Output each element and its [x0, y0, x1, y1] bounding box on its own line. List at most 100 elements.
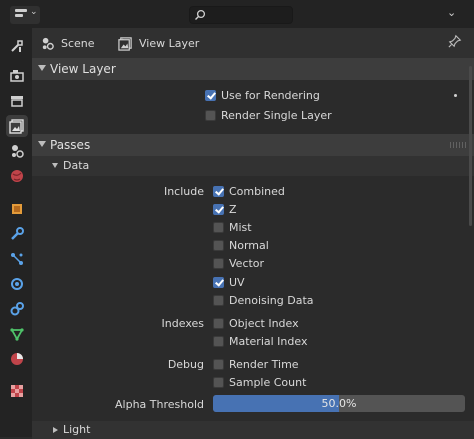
tab-object[interactable] [6, 198, 28, 220]
tab-scene[interactable] [6, 140, 28, 162]
constraints-icon [10, 302, 24, 316]
drag-grip-icon[interactable] [450, 142, 466, 148]
checkbox-icon [205, 109, 216, 121]
checkbox-icon [213, 317, 224, 329]
checkbox-icon [213, 258, 224, 270]
combined-checkbox[interactable]: Combined [213, 182, 285, 200]
object-data-icon [10, 328, 24, 341]
z-checkbox[interactable]: Z [213, 200, 237, 218]
chevron-down-icon: ⌄ [30, 7, 38, 17]
sample-count-checkbox[interactable]: Sample Count [213, 373, 306, 391]
breadcrumb-view-layer-label: View Layer [139, 36, 200, 50]
object-index-label: Object Index [229, 316, 299, 330]
render-time-label: Render Time [229, 357, 299, 371]
vector-checkbox[interactable]: Vector [213, 255, 264, 273]
particles-icon [11, 253, 23, 265]
breadcrumb-view-layer[interactable]: View Layer [118, 35, 199, 51]
pin-button[interactable] [448, 34, 462, 51]
indexes-label: Indexes [161, 317, 204, 330]
properties-panel: Scene ▸ View Layer View Layer Use for Re… [32, 28, 474, 439]
checkbox-icon [213, 240, 224, 252]
tab-view-layer[interactable] [6, 115, 28, 137]
denoising-data-checkbox[interactable]: Denoising Data [213, 291, 314, 309]
light-subpanel-title: Light [63, 423, 91, 436]
animate-property-dot-icon[interactable] [454, 94, 457, 97]
tab-physics[interactable] [6, 273, 28, 295]
tool-icon [11, 40, 23, 52]
uv-checkbox[interactable]: UV [213, 273, 245, 291]
breadcrumb-scene[interactable]: Scene [40, 35, 95, 51]
passes-section-title: Passes [50, 138, 91, 152]
collapse-triangle-icon [38, 65, 46, 71]
alpha-threshold-slider[interactable]: 50.0% [213, 395, 465, 412]
properties-editor-icon [15, 9, 27, 19]
collapse-triangle-icon [52, 163, 58, 168]
sample-count-label: Sample Count [229, 375, 307, 389]
checkbox-icon [213, 185, 224, 197]
mist-checkbox[interactable]: Mist [213, 218, 252, 236]
modifier-icon [11, 227, 24, 240]
material-icon [11, 353, 23, 365]
tab-constraints[interactable] [6, 298, 28, 320]
checkbox-icon [205, 89, 216, 101]
world-icon [11, 170, 23, 182]
properties-header: ⌄ ⌄ [0, 0, 474, 28]
checkbox-icon [213, 203, 224, 215]
physics-icon [11, 278, 23, 290]
scene-icon [12, 145, 24, 158]
light-subpanel-header[interactable]: Light [32, 421, 474, 439]
checkbox-icon [213, 376, 224, 388]
properties-tabs [0, 28, 32, 437]
view-layer-icon [9, 119, 24, 134]
checkbox-icon [213, 358, 224, 370]
combined-label: Combined [229, 184, 285, 198]
scene-icon [42, 37, 54, 50]
denoising-data-label: Denoising Data [229, 293, 314, 307]
object-icon [12, 204, 22, 214]
pin-icon [448, 34, 462, 48]
render-time-checkbox[interactable]: Render Time [213, 355, 299, 373]
scrollbar[interactable] [469, 66, 472, 226]
tab-world[interactable] [6, 165, 28, 187]
render-single-layer-label: Render Single Layer [221, 108, 332, 122]
collapse-triangle-icon [38, 141, 46, 147]
breadcrumb: Scene ▸ View Layer [32, 28, 474, 58]
vector-label: Vector [229, 257, 265, 271]
tab-render[interactable] [6, 65, 28, 87]
tab-particles[interactable] [6, 248, 28, 270]
data-subpanel-header[interactable]: Data [32, 156, 474, 176]
tab-object-data[interactable] [6, 323, 28, 345]
view-layer-icon [118, 36, 132, 51]
normal-label: Normal [229, 239, 269, 253]
normal-checkbox[interactable]: Normal [213, 237, 269, 255]
render-icon [10, 70, 24, 82]
output-icon [11, 96, 23, 107]
material-index-checkbox[interactable]: Material Index [213, 332, 307, 350]
include-label: Include [163, 185, 204, 198]
tab-texture[interactable] [6, 380, 28, 402]
search-input[interactable] [189, 6, 293, 24]
view-layer-section-header[interactable]: View Layer [32, 58, 474, 80]
breadcrumb-scene-label: Scene [61, 36, 95, 50]
render-single-layer-checkbox[interactable]: Render Single Layer [205, 106, 332, 124]
options-chevron-icon[interactable]: ⌄ [447, 6, 456, 19]
tab-output[interactable] [6, 90, 28, 112]
checkbox-icon [213, 276, 224, 288]
tab-modifier[interactable] [6, 223, 28, 245]
use-for-rendering-checkbox[interactable]: Use for Rendering [205, 86, 320, 104]
checkbox-icon [213, 335, 224, 347]
mist-label: Mist [229, 220, 252, 234]
z-label: Z [229, 202, 237, 216]
debug-label: Debug [167, 358, 204, 371]
checkbox-icon [213, 294, 224, 306]
editor-type-button[interactable]: ⌄ [10, 6, 40, 24]
tab-tool[interactable] [6, 35, 28, 57]
search-icon [195, 9, 206, 20]
data-subpanel-title: Data [63, 159, 90, 172]
alpha-threshold-value: 50.0% [321, 397, 357, 410]
alpha-threshold-label: Alpha Threshold [115, 398, 204, 411]
tab-material[interactable] [6, 348, 28, 370]
passes-section-header[interactable]: Passes [32, 134, 474, 156]
texture-icon [11, 385, 23, 397]
object-index-checkbox[interactable]: Object Index [213, 314, 299, 332]
